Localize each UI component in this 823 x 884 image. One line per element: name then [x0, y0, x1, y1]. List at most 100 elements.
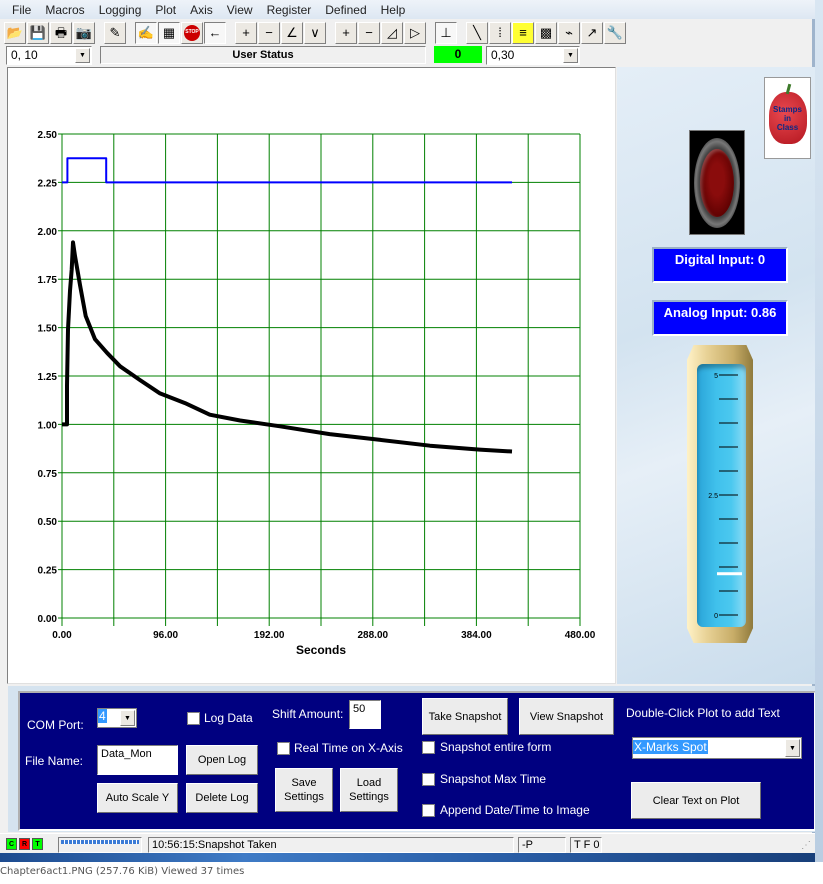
print-icon: 🖶 — [54, 25, 68, 40]
y-tick-label: 0.25 — [38, 566, 58, 577]
x-shift-right-button[interactable]: ▷ — [404, 21, 426, 44]
delete-log-button[interactable]: Delete Log — [186, 783, 258, 813]
monitor-button[interactable]: ▦ — [158, 21, 180, 44]
x-zoom-in-button[interactable]: + — [335, 21, 357, 44]
y-tick-label: 0.50 — [38, 517, 58, 528]
menu-macros[interactable]: Macros — [45, 3, 84, 17]
series-line-analog — [62, 240, 513, 454]
real-time-label: Real Time on X-Axis — [294, 741, 403, 755]
chevron-down-icon[interactable]: ▼ — [785, 739, 800, 757]
wrench-icon: 🔧 — [606, 25, 624, 40]
log-data-label: Log Data — [204, 711, 253, 725]
chevron-down-icon[interactable]: ▼ — [563, 48, 578, 63]
y-shift-up-icon: ∠ — [286, 25, 298, 40]
y-zoom-in-button[interactable]: + — [235, 21, 257, 44]
plot-text-value: X-Marks Spot — [633, 740, 708, 754]
right-range-value: 0,30 — [491, 48, 515, 62]
snapshot-max-time-checkbox[interactable] — [422, 773, 435, 786]
app-window: File Macros Logging Plot Axis View Register Def… — [0, 0, 816, 862]
com-port-label: COM Port: — [27, 718, 84, 732]
view-snapshot-button[interactable]: View Snapshot — [519, 698, 614, 735]
shift-amount-label: Shift Amount: — [272, 707, 344, 721]
menu-view[interactable]: View — [227, 3, 253, 17]
probe-button[interactable]: ⌁ — [558, 21, 580, 44]
plot-pen-button[interactable]: ✍ — [135, 21, 157, 44]
plot-pen-icon: ✍ — [137, 25, 155, 40]
chevron-down-icon[interactable]: ▼ — [120, 710, 135, 726]
log-data-checkbox[interactable] — [187, 712, 200, 725]
stop-button[interactable]: STOP — [181, 21, 203, 44]
counter-display: 0 — [434, 46, 482, 63]
load-settings-button[interactable]: Load Settings — [340, 768, 398, 812]
x-tick-label: 288.00 — [358, 630, 389, 641]
print-button[interactable]: 🖶 — [50, 21, 72, 44]
monitor-icon: ▦ — [162, 25, 176, 40]
snapshot-max-time-label: Snapshot Max Time — [440, 772, 547, 786]
y-shift-up-button[interactable]: ∠ — [281, 21, 303, 44]
plot-text-select[interactable]: X-Marks Spot ▼ — [632, 737, 802, 759]
led-r: R — [19, 838, 30, 850]
wrench-button[interactable]: 🔧 — [604, 21, 626, 44]
menu-register[interactable]: Register — [267, 3, 312, 17]
plot-area[interactable]: 0.00 0.25 0.50 0.75 1.00 1.25 1.50 1.75 2.00 2.25… — [7, 67, 616, 684]
right-range-combo[interactable]: 0,30 ▼ — [486, 46, 580, 65]
save-settings-button[interactable]: Save Settings — [275, 768, 333, 812]
arrow-left-button[interactable]: ← — [204, 21, 226, 44]
menu-defined[interactable]: Defined — [325, 3, 366, 17]
indicator-panel: Stamps in Class Digital Input: 0 Analog … — [617, 67, 815, 684]
x-tick-label: 480.00 — [565, 630, 596, 641]
clear-text-on-plot-button[interactable]: Clear Text on Plot — [631, 782, 761, 819]
menu-file[interactable]: File — [12, 3, 31, 17]
menu-logging[interactable]: Logging — [99, 3, 142, 17]
connect-wand-button[interactable]: ✎ — [104, 21, 126, 44]
gauge-label: 0 — [714, 613, 718, 620]
file-name-input[interactable]: Data_Mon — [97, 745, 178, 775]
chevron-down-icon[interactable]: ▼ — [75, 48, 90, 63]
x-shift-left-button[interactable]: ◿ — [381, 21, 403, 44]
save-button[interactable]: 💾 — [27, 21, 49, 44]
led-c: C — [6, 838, 17, 850]
trend-button[interactable]: ↗ — [581, 21, 603, 44]
status-bar: CRT 10:56:15:Snapshot Taken -P T F 0 ⋰ — [0, 833, 815, 853]
pushbutton-ring — [694, 137, 740, 228]
axis-button[interactable]: ⊥ — [435, 21, 457, 44]
x-shift-right-icon: ▷ — [410, 25, 420, 40]
y-tick-label: 1.50 — [38, 324, 58, 335]
open-folder-button[interactable]: 📂 — [4, 21, 26, 44]
logo-text-2: in — [783, 113, 792, 123]
com-port-value: 4 — [98, 709, 107, 723]
take-snapshot-button[interactable]: Take Snapshot — [422, 698, 508, 735]
logo-text-1: Stamps — [773, 104, 802, 114]
y-tick-label: 2.25 — [38, 178, 58, 189]
y-tick-label: 1.25 — [38, 372, 58, 383]
y-shift-down-button[interactable]: ∨ — [304, 21, 326, 44]
notes-icon: ≡ — [519, 25, 527, 40]
notes-button[interactable]: ≡ — [512, 21, 534, 44]
camera-button[interactable]: 📷 — [73, 21, 95, 44]
com-port-select[interactable]: 4 ▼ — [97, 708, 137, 728]
toolbar: 📂 💾 🖶 📷 ✎ ✍ ▦ STOP ← + − ∠ ∨ + − ◿ ▷ ⊥ ╲ ⁞ ≡ ▩ ⌁ ↗ 🔧 — [4, 20, 627, 45]
left-range-combo[interactable]: 0, 10 ▼ — [6, 46, 92, 65]
image-caption: Chapter6act1.PNG (257.76 KiB) Viewed 37 … — [0, 866, 245, 877]
auto-scale-y-button[interactable]: Auto Scale Y — [97, 783, 178, 813]
pen-blue-button[interactable]: ╲ — [466, 21, 488, 44]
menu-help[interactable]: Help — [381, 3, 406, 17]
logo-text-3: Class — [776, 122, 799, 132]
y-zoom-out-button[interactable]: − — [258, 21, 280, 44]
menu-plot[interactable]: Plot — [155, 3, 176, 17]
shift-amount-input[interactable]: 50 — [349, 700, 381, 729]
pen-blue-icon: ╲ — [473, 25, 481, 40]
resize-grip-icon[interactable]: ⋰ — [801, 840, 811, 851]
append-datetime-checkbox[interactable] — [422, 804, 435, 817]
window-right-edge — [815, 0, 823, 862]
menu-axis[interactable]: Axis — [190, 3, 213, 17]
scatter-plot-button[interactable]: ⁞ — [489, 21, 511, 44]
x-zoom-out-button[interactable]: − — [358, 21, 380, 44]
y-tick-label: 1.75 — [38, 275, 58, 286]
clear-trash-button[interactable]: ▩ — [535, 21, 557, 44]
real-time-checkbox[interactable] — [277, 742, 290, 755]
gauge-indicator — [717, 572, 742, 576]
x-tick-label: 0.00 — [52, 630, 72, 641]
snapshot-entire-form-checkbox[interactable] — [422, 741, 435, 754]
open-log-button[interactable]: Open Log — [186, 745, 258, 775]
